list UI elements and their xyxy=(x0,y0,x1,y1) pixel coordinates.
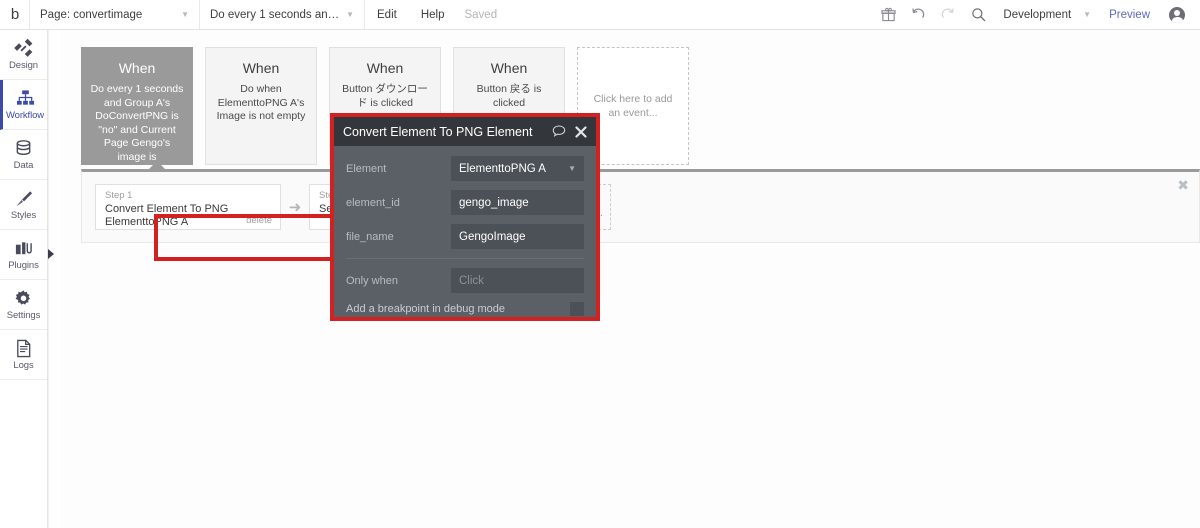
file-name-input[interactable]: GengoImage xyxy=(451,224,584,249)
redo-icon[interactable] xyxy=(933,0,963,29)
sidebar-item-label: Workflow xyxy=(5,110,45,121)
gift-icon[interactable] xyxy=(873,0,903,29)
event-description: Button ダウンロード is clicked xyxy=(342,83,428,109)
sidebar-item-workflow[interactable]: Workflow xyxy=(0,80,47,130)
sidebar-expand-handle[interactable] xyxy=(48,248,56,260)
workflow-steps-panel: ✖ Step 1 Convert Element To PNG Elementt… xyxy=(81,161,1200,243)
dialog-divider xyxy=(346,258,584,259)
chevron-down-icon: ▼ xyxy=(568,164,576,173)
breakpoint-row: Add a breakpoint in debug mode xyxy=(346,302,584,316)
event-when-label: When xyxy=(242,60,280,76)
workflow-selector[interactable]: Do every 1 seconds and Group A... ▼ xyxy=(200,0,365,29)
design-icon xyxy=(14,38,34,58)
comment-icon[interactable] xyxy=(552,125,566,138)
step-number: Step 1 xyxy=(105,190,133,201)
page-selector[interactable]: Page: convertimage ▼ xyxy=(30,0,200,29)
panel-pointer-triangle xyxy=(148,161,166,170)
chevron-down-icon: ▼ xyxy=(1083,9,1092,19)
field-label: element_id xyxy=(346,196,400,209)
logo-text: b xyxy=(10,6,19,23)
sidebar-item-label: Design xyxy=(9,60,38,71)
database-icon xyxy=(14,138,34,158)
field-row-file-name: file_name GengoImage xyxy=(346,224,584,249)
chevron-down-icon: ▼ xyxy=(181,9,189,19)
sidebar-item-data[interactable]: Data xyxy=(0,130,47,180)
triangle-right-icon xyxy=(48,249,54,259)
only-when-placeholder: Click xyxy=(459,274,484,287)
sidebar-item-label: Plugins xyxy=(8,260,39,271)
arrow-right-icon: ➜ xyxy=(288,198,302,216)
workflow-selector-label: Do every 1 seconds and Group A... xyxy=(210,8,340,21)
sidebar-item-label: Settings xyxy=(6,310,41,321)
dialog-title: Convert Element To PNG Element xyxy=(343,124,533,139)
sidebar-item-styles[interactable]: Styles xyxy=(0,180,47,230)
workflow-icon xyxy=(15,88,35,108)
search-icon[interactable] xyxy=(963,0,993,29)
top-toolbar-right: Development ▼ Preview xyxy=(873,0,1200,29)
avatar xyxy=(1169,6,1185,23)
version-label: Development xyxy=(1003,8,1072,21)
workflow-step[interactable]: Step 1 Convert Element To PNG ElementtoP… xyxy=(95,184,281,230)
help-menu[interactable]: Help xyxy=(409,0,457,29)
event-card[interactable]: When Do every 1 seconds and Group A's Do… xyxy=(81,47,193,165)
top-toolbar: b Page: convertimage ▼ Do every 1 second… xyxy=(0,0,1200,30)
bubble-editor-window: b Page: convertimage ▼ Do every 1 second… xyxy=(0,0,1200,528)
logs-icon xyxy=(14,338,34,358)
sidebar-item-logs[interactable]: Logs xyxy=(0,330,47,380)
field-row-only-when: Only when Click xyxy=(346,268,584,293)
field-row-element-id: element_id gengo_image xyxy=(346,190,584,215)
app-logo[interactable]: b xyxy=(0,0,30,29)
edit-menu[interactable]: Edit xyxy=(365,0,409,29)
save-status: Saved xyxy=(464,8,498,21)
event-when-label: When xyxy=(118,60,156,76)
sidebar-item-label: Logs xyxy=(13,360,34,371)
field-label: Element xyxy=(346,162,387,175)
close-icon[interactable]: ✖ xyxy=(1177,179,1189,193)
breakpoint-checkbox[interactable] xyxy=(570,302,584,316)
only-when-input[interactable]: Click xyxy=(451,268,584,293)
sidebar-item-design[interactable]: Design xyxy=(0,30,47,80)
event-when-label: When xyxy=(366,60,404,76)
preview-button[interactable]: Preview xyxy=(1097,9,1162,21)
file-name-value: GengoImage xyxy=(459,230,526,243)
sidebar-item-plugins[interactable]: Plugins xyxy=(0,230,47,280)
add-event-label: Click here to add an event... xyxy=(593,93,673,119)
plugins-icon xyxy=(14,238,34,258)
gear-icon xyxy=(14,288,34,308)
brush-icon xyxy=(14,188,34,208)
element-id-input[interactable]: gengo_image xyxy=(451,190,584,215)
version-selector[interactable]: Development ▼ xyxy=(993,9,1097,21)
chevron-down-icon: ▼ xyxy=(346,9,354,19)
event-description: Do every 1 seconds and Group A's DoConve… xyxy=(90,83,184,163)
sidebar-item-label: Styles xyxy=(10,210,37,221)
field-row-element: Element ElementtoPNG A ▼ xyxy=(346,156,584,181)
field-label: file_name xyxy=(346,230,394,243)
left-sidebar: Design Workflow Data Styles Plugins Sett… xyxy=(0,30,48,528)
event-card[interactable]: When Do when ElementtoPNG A's Image is n… xyxy=(205,47,317,165)
element-select[interactable]: ElementtoPNG A ▼ xyxy=(451,156,584,181)
user-avatar-icon[interactable] xyxy=(1162,0,1192,29)
close-icon[interactable] xyxy=(575,125,587,138)
event-description: Do when ElementtoPNG A's Image is not em… xyxy=(216,83,306,122)
dialog-header[interactable]: Convert Element To PNG Element xyxy=(334,117,596,146)
undo-icon[interactable] xyxy=(903,0,933,29)
event-when-label: When xyxy=(490,60,528,76)
field-label: Only when xyxy=(346,274,398,287)
sidebar-item-settings[interactable]: Settings xyxy=(0,280,47,330)
page-selector-label: Page: convertimage xyxy=(40,8,143,21)
element-select-value: ElementtoPNG A xyxy=(459,162,546,175)
workflow-canvas: When Do every 1 seconds and Group A's Do… xyxy=(48,30,1200,528)
event-description: Button 戻る is clicked xyxy=(476,83,542,109)
dialog-body: Element ElementtoPNG A ▼ element_id geng… xyxy=(334,146,596,316)
sidebar-item-label: Data xyxy=(13,160,34,171)
delete-step-link[interactable]: delete xyxy=(246,215,272,226)
action-properties-dialog: Convert Element To PNG Element Element E… xyxy=(330,113,600,321)
element-id-value: gengo_image xyxy=(459,196,529,209)
breakpoint-label: Add a breakpoint in debug mode xyxy=(346,303,506,315)
workflow-canvas-inner: When Do every 1 seconds and Group A's Do… xyxy=(60,30,1200,528)
